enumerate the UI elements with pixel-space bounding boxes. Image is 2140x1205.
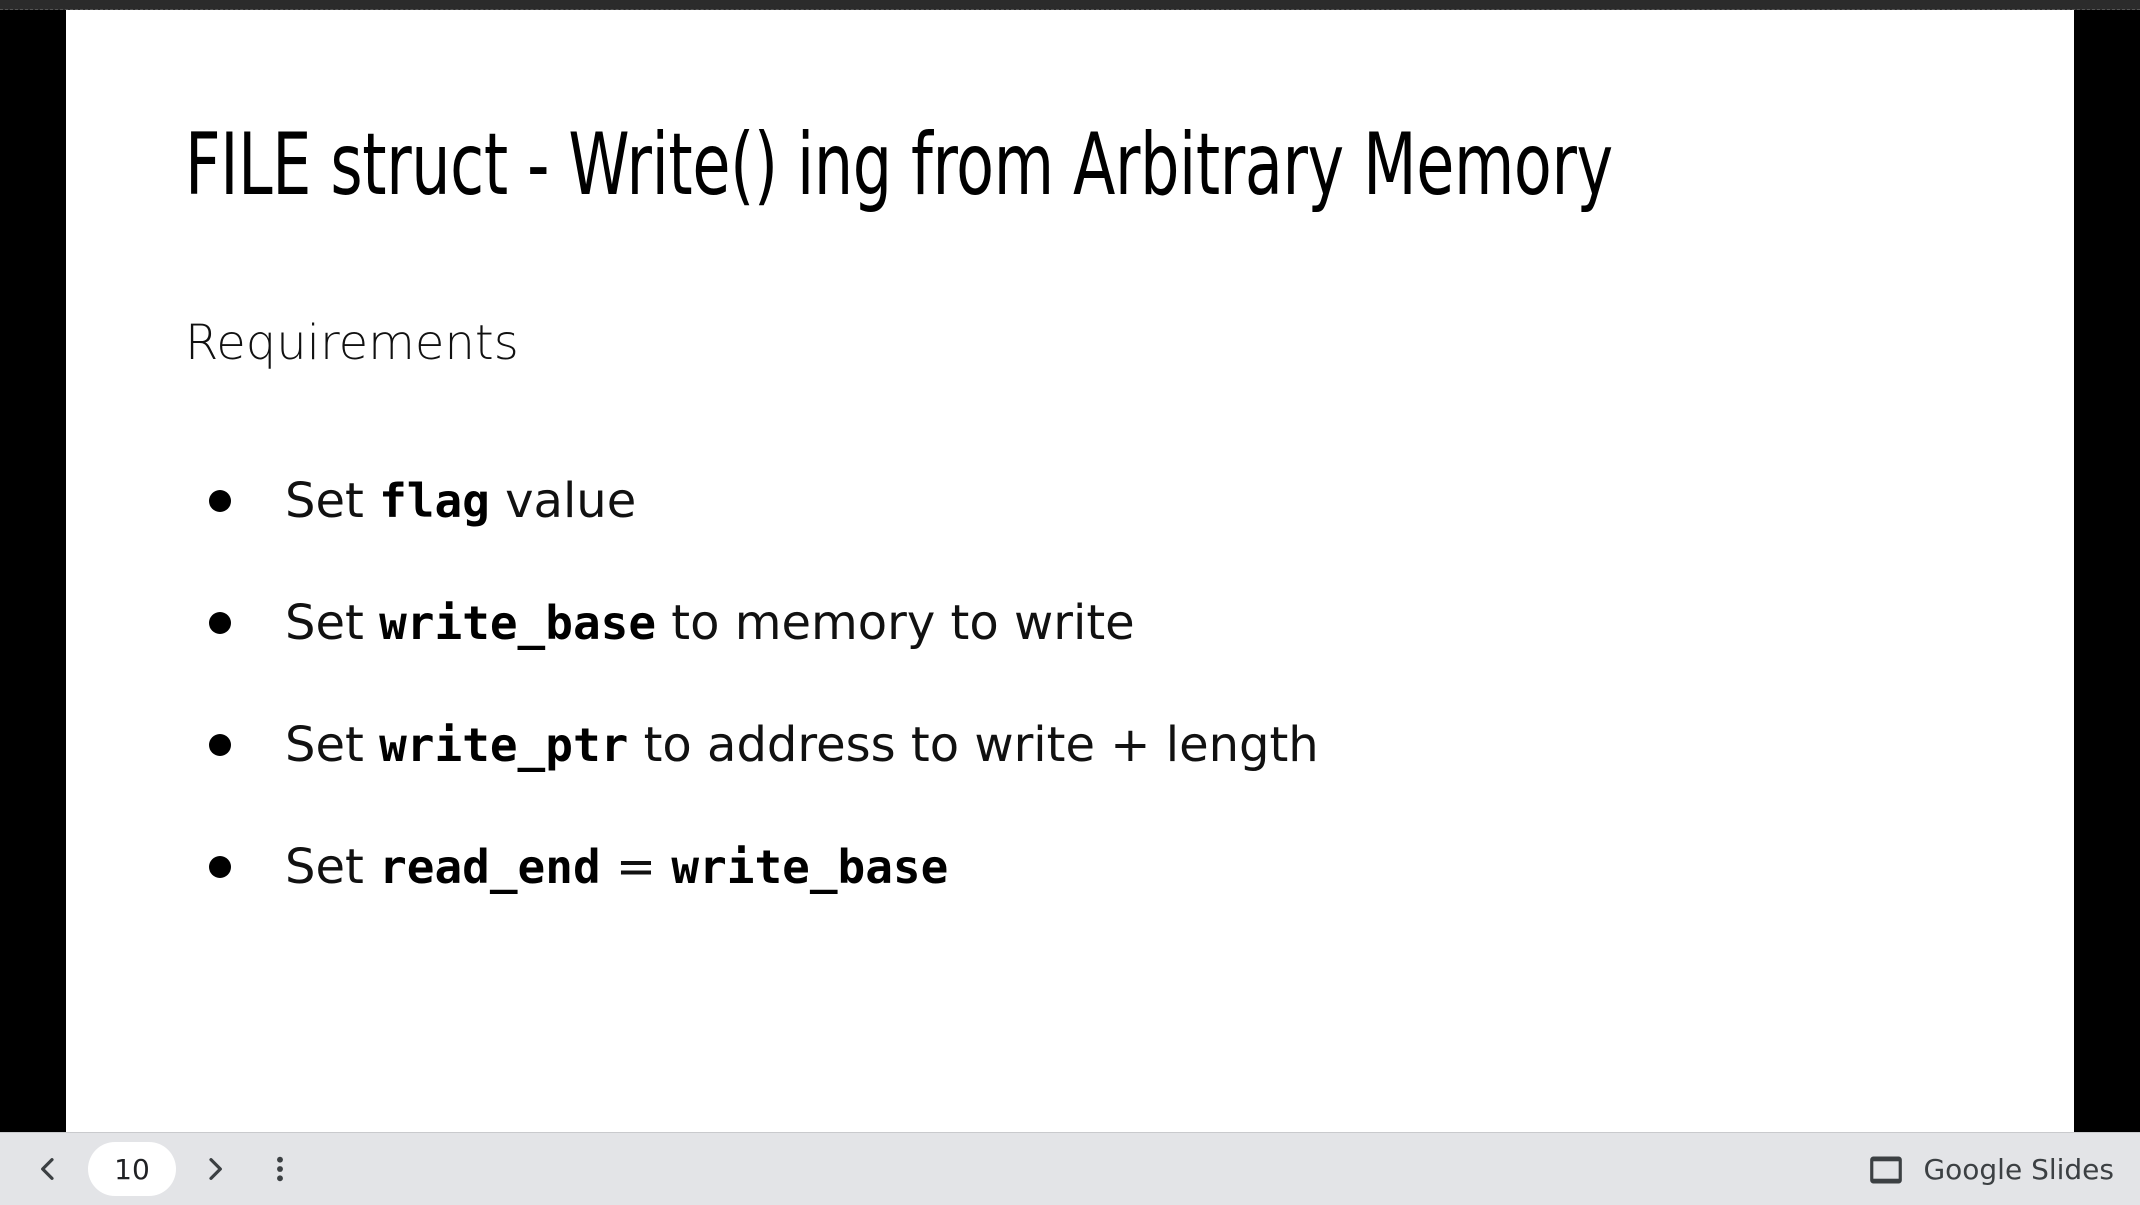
code-text: flag xyxy=(379,474,490,528)
bullet-text: Set write_ptr to address to write + leng… xyxy=(285,710,1319,780)
more-vert-icon xyxy=(277,1156,283,1182)
slide-subtitle: Requirements xyxy=(185,315,519,371)
top-edge xyxy=(0,0,2140,10)
more-options-button[interactable] xyxy=(252,1141,308,1197)
chevron-right-icon xyxy=(209,1158,222,1180)
bullet-text-part: Set xyxy=(285,595,380,651)
code-text: write_base xyxy=(379,596,657,650)
bullet-text-part: to address to write + length xyxy=(628,717,1319,773)
code-text: write_base xyxy=(671,840,949,894)
bullet-text-part: = xyxy=(600,839,672,895)
bullet-text-part: Set xyxy=(285,839,380,895)
presentation-toolbar: 10 Google Slides xyxy=(0,1132,2140,1205)
bullet-dot xyxy=(209,612,231,634)
next-slide-button[interactable] xyxy=(187,1141,243,1197)
page-number: 10 xyxy=(114,1152,150,1186)
bullet-text-part: Set xyxy=(285,717,380,773)
slide-title: FILE struct - Write() ing from Arbitrary… xyxy=(185,115,1613,215)
slides-icon xyxy=(1870,1156,1903,1183)
code-text: write_ptr xyxy=(379,718,629,772)
bullet-text: Set read_end = write_base xyxy=(285,832,948,902)
bullet-text-part: Set xyxy=(285,473,380,529)
bullet-text: Set flag value xyxy=(285,466,636,536)
bullet-text-part: value xyxy=(489,473,637,529)
google-slides-link[interactable]: Google Slides xyxy=(1867,1133,2114,1205)
brand-label: Google Slides xyxy=(1923,1153,2114,1186)
slides-viewer: FILE struct - Write() ing from Arbitrary… xyxy=(0,0,2140,1205)
bullet-dot xyxy=(209,734,231,756)
bullet-text-part: to memory to write xyxy=(656,595,1135,651)
code-text: read_end xyxy=(379,840,601,894)
bullet-dot xyxy=(209,490,231,512)
chevron-left-icon xyxy=(41,1158,54,1180)
previous-slide-button[interactable] xyxy=(20,1141,76,1197)
bullet-text: Set write_base to memory to write xyxy=(285,588,1135,658)
bullet-dot xyxy=(209,856,231,878)
page-number-indicator[interactable]: 10 xyxy=(88,1142,176,1196)
slide: FILE struct - Write() ing from Arbitrary… xyxy=(66,10,2074,1132)
